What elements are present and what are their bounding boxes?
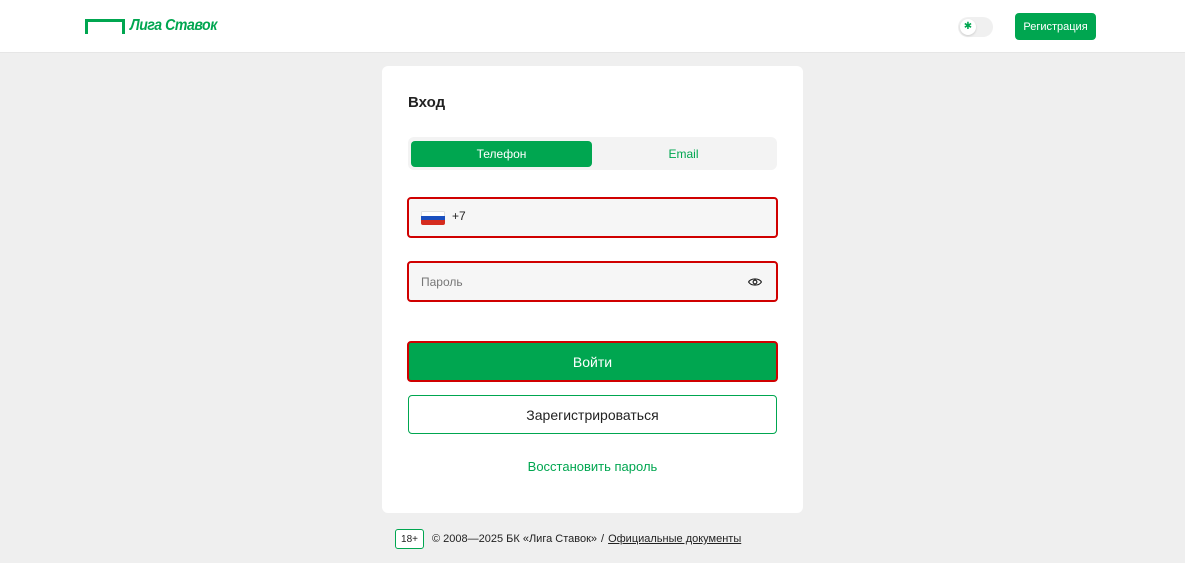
logo-mark-icon [85, 19, 125, 34]
phone-input[interactable] [471, 199, 761, 236]
page-title: Вход [408, 94, 446, 111]
restore-password-link[interactable]: Восстановить пароль [408, 459, 777, 474]
password-field[interactable] [407, 261, 778, 302]
tab-phone[interactable]: Телефон [411, 141, 592, 167]
official-documents-link[interactable]: Официальные документы [608, 533, 741, 545]
age-badge: 18+ [395, 529, 424, 549]
header-register-button[interactable]: Регистрация [1015, 13, 1096, 40]
register-button[interactable]: Зарегистрироваться [408, 395, 777, 434]
phone-prefix: +7 [452, 209, 466, 223]
logo-text: Лига Ставок [130, 17, 217, 34]
russia-flag-icon [421, 211, 445, 225]
phone-field[interactable]: +7 [407, 197, 778, 238]
footer-separator: / [601, 533, 605, 545]
login-card: Вход Телефон Email +7 Войти Зарегистриро… [382, 66, 803, 513]
tab-email[interactable]: Email [593, 141, 774, 167]
login-method-tabs: Телефон Email [408, 137, 777, 170]
login-button[interactable]: Войти [407, 341, 778, 382]
copyright-text: © 2008—2025 БК «Лига Ставок» [432, 533, 598, 545]
theme-toggle[interactable]: ✱ [958, 17, 993, 37]
password-input[interactable] [421, 263, 731, 300]
site-header: Лига Ставок ✱ Регистрация [0, 0, 1185, 53]
logo[interactable]: Лига Ставок [85, 17, 229, 34]
sun-icon: ✱ [960, 19, 976, 35]
footer: 18+ © 2008—2025 БК «Лига Ставок» / Офици… [395, 529, 741, 549]
eye-icon[interactable] [748, 276, 762, 288]
